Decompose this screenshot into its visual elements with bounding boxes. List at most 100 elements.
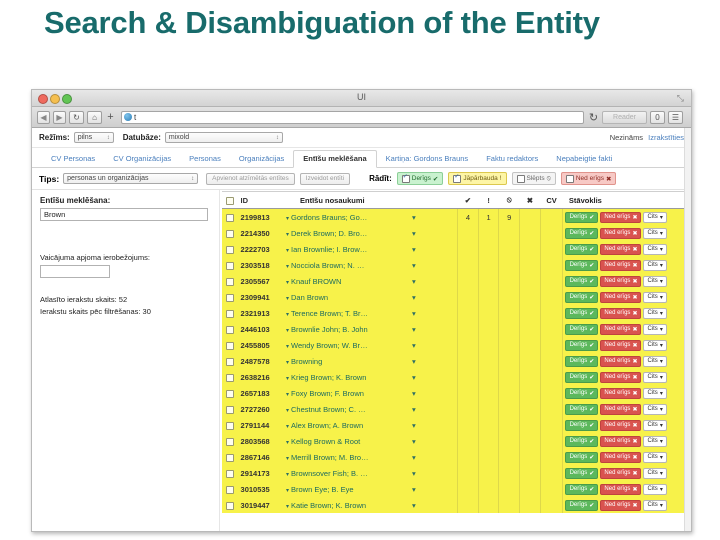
row-expand-icon[interactable]: ▾ xyxy=(370,257,459,273)
table-row[interactable]: 2487578 ▾ Browning ▾ Derīgs ✔ Ned erīgs ✖ Cits ▾ xyxy=(222,353,687,369)
mark-valid-button[interactable]: Derīgs ✔ xyxy=(565,435,599,447)
table-row[interactable]: 2446103 ▾ Brownlie John; B. John ▾ Derīgs ✔ Ne… xyxy=(222,321,687,337)
mark-invalid-button[interactable]: Ned erīgs ✖ xyxy=(600,483,642,495)
row-select-cell[interactable] xyxy=(222,241,239,257)
tab-faktu-redaktors[interactable]: Faktu redaktors xyxy=(477,151,547,167)
chevron-down-icon[interactable]: ▾ xyxy=(286,440,289,446)
row-select-cell[interactable] xyxy=(222,417,239,433)
chevron-down-icon[interactable]: ▾ xyxy=(286,360,289,366)
mark-invalid-button[interactable]: Ned erīgs ✖ xyxy=(600,275,642,287)
table-row[interactable]: 2199813▾Gordons Brauns; Gordon Brown; ..… xyxy=(222,208,687,225)
table-row[interactable]: 2305567 ▾ Knauf BROWN ▾ Derīgs ✔ Ned erīgs ✖ Cit… xyxy=(222,273,687,289)
other-dropdown-button[interactable]: Cits ▾ xyxy=(643,419,667,431)
mark-invalid-button[interactable]: Ned erīgs ✖ xyxy=(600,211,642,223)
row-checkbox[interactable] xyxy=(226,213,235,222)
row-expand-icon[interactable]: ▾ xyxy=(370,208,459,225)
other-dropdown-button[interactable]: Cits ▾ xyxy=(643,339,667,351)
share-icon[interactable]: 0 xyxy=(650,110,665,124)
fullscreen-icon[interactable]: ⤡ xyxy=(677,93,684,104)
mark-invalid-button[interactable]: Ned erīgs ✖ xyxy=(600,499,642,511)
row-select-cell[interactable] xyxy=(222,385,239,401)
row-select-cell[interactable] xyxy=(222,497,239,513)
row-expand-icon[interactable]: ▾ xyxy=(370,481,459,497)
tab-organizacijas[interactable]: Organizācijas xyxy=(230,151,293,167)
row-expand-icon[interactable]: ▾ xyxy=(370,497,459,513)
chevron-down-icon[interactable]: ▾ xyxy=(286,248,289,254)
chevron-down-icon[interactable]: ▾ xyxy=(286,408,289,414)
row-checkbox[interactable] xyxy=(226,405,235,414)
mark-valid-button[interactable]: Derīgs ✔ xyxy=(565,355,599,367)
other-dropdown-button[interactable]: Cits ▾ xyxy=(643,403,667,415)
other-dropdown-button[interactable]: Cits ▾ xyxy=(643,243,667,255)
row-checkbox[interactable] xyxy=(226,501,235,510)
row-select-cell[interactable] xyxy=(222,369,239,385)
header-cv[interactable]: CV xyxy=(540,191,563,209)
row-select-cell[interactable] xyxy=(222,465,239,481)
other-dropdown-button[interactable]: Cits ▾ xyxy=(643,483,667,495)
other-dropdown-button[interactable]: Cits ▾ xyxy=(643,371,667,383)
row-select-cell[interactable] xyxy=(222,257,239,273)
row-expand-icon[interactable]: ▾ xyxy=(370,385,459,401)
other-dropdown-button[interactable]: Cits ▾ xyxy=(643,291,667,303)
mark-valid-button[interactable]: Derīgs ✔ xyxy=(565,307,599,319)
address-bar[interactable]: t xyxy=(121,110,585,124)
mark-invalid-button[interactable]: Ned erīgs ✖ xyxy=(600,259,642,271)
mark-invalid-button[interactable]: Ned erīgs ✖ xyxy=(600,291,642,303)
table-row[interactable]: 3019447 ▾ Katie Brown; K. Brown ▾ Derīgs ✔ Ned… xyxy=(222,497,687,513)
mark-invalid-button[interactable]: Ned erīgs ✖ xyxy=(600,355,642,367)
row-expand-icon[interactable]: ▾ xyxy=(370,369,459,385)
mark-invalid-button[interactable]: Ned erīgs ✖ xyxy=(600,387,642,399)
other-dropdown-button[interactable]: Cits ▾ xyxy=(643,467,667,479)
header-names[interactable]: Entīšu nosaukumi xyxy=(283,191,458,209)
header-id[interactable]: ID xyxy=(238,191,284,209)
forward-button[interactable]: ▶ xyxy=(53,110,66,124)
table-row[interactable]: 2222703 ▾ Ian Brownlie; I. Brownlie ▾ Derīgs… xyxy=(222,241,687,257)
row-select-cell[interactable] xyxy=(222,321,239,337)
row-expand-icon[interactable]: ▾ xyxy=(370,337,459,353)
limit-input[interactable] xyxy=(40,265,110,278)
row-expand-icon[interactable]: ▾ xyxy=(370,401,459,417)
chevron-down-icon[interactable]: ▾ xyxy=(286,344,289,350)
other-dropdown-button[interactable]: Cits ▾ xyxy=(643,227,667,239)
header-cross[interactable]: ✖ xyxy=(519,191,541,209)
mark-invalid-button[interactable]: Ned erīgs ✖ xyxy=(600,467,642,479)
row-select-cell[interactable] xyxy=(222,433,239,449)
row-expand-icon[interactable]: ▾ xyxy=(370,433,459,449)
mark-invalid-button[interactable]: Ned erīgs ✖ xyxy=(600,435,642,447)
row-expand-icon[interactable]: ▾ xyxy=(370,305,459,321)
mark-valid-button[interactable]: Derīgs ✔ xyxy=(565,275,599,287)
row-checkbox[interactable] xyxy=(226,485,235,494)
other-dropdown-button[interactable]: Cits ▾ xyxy=(643,307,667,319)
mark-valid-button[interactable]: Derīgs ✔ xyxy=(565,499,599,511)
header-check[interactable]: ✔ xyxy=(457,191,479,209)
row-select-cell[interactable] xyxy=(222,337,239,353)
refresh-icon[interactable]: ↻ xyxy=(588,111,599,124)
mark-invalid-button[interactable]: Ned erīgs ✖ xyxy=(600,451,642,463)
mark-valid-button[interactable]: Derīgs ✔ xyxy=(565,387,599,399)
filter-invalid[interactable]: Ned erīgs ✖ xyxy=(560,172,617,185)
row-checkbox[interactable] xyxy=(226,229,235,238)
row-checkbox[interactable] xyxy=(226,325,235,334)
table-row[interactable]: 2727260 ▾ Chestnut Brown; C. Brown ▾ Derīgs ✔… xyxy=(222,401,687,417)
reload-icon[interactable]: ↻ xyxy=(69,110,84,124)
chevron-down-icon[interactable]: ▾ xyxy=(286,456,289,462)
other-dropdown-button[interactable]: Cits ▾ xyxy=(643,355,667,367)
table-row[interactable]: 2455805 ▾ Wendy Brown; W. Brown ▾ Derīgs ✔ Ned… xyxy=(222,337,687,353)
row-checkbox[interactable] xyxy=(226,341,235,350)
select-all-checkbox[interactable] xyxy=(226,196,235,205)
chevron-down-icon[interactable]: ▾ xyxy=(286,280,289,286)
tab-entisu-meklesana[interactable]: Entīšu meklēšana xyxy=(293,150,377,168)
mode-select[interactable]: pilns ↕ xyxy=(73,132,114,143)
row-expand-icon[interactable]: ▾ xyxy=(370,353,459,369)
database-select[interactable]: mixold ↕ xyxy=(164,132,283,143)
type-select[interactable]: personas un organizācijas ↕ xyxy=(63,173,199,184)
search-input[interactable]: Brown xyxy=(40,208,208,221)
other-dropdown-button[interactable]: Cits ▾ xyxy=(643,451,667,463)
row-checkbox[interactable] xyxy=(226,437,235,446)
row-checkbox[interactable] xyxy=(226,373,235,382)
mark-invalid-button[interactable]: Ned erīgs ✖ xyxy=(600,227,642,239)
new-tab-button[interactable]: + xyxy=(105,111,116,124)
mark-valid-button[interactable]: Derīgs ✔ xyxy=(565,451,599,463)
filter-hidden[interactable]: Slēpts ⦸ xyxy=(511,172,556,185)
reader-button[interactable]: Reader xyxy=(602,110,647,124)
